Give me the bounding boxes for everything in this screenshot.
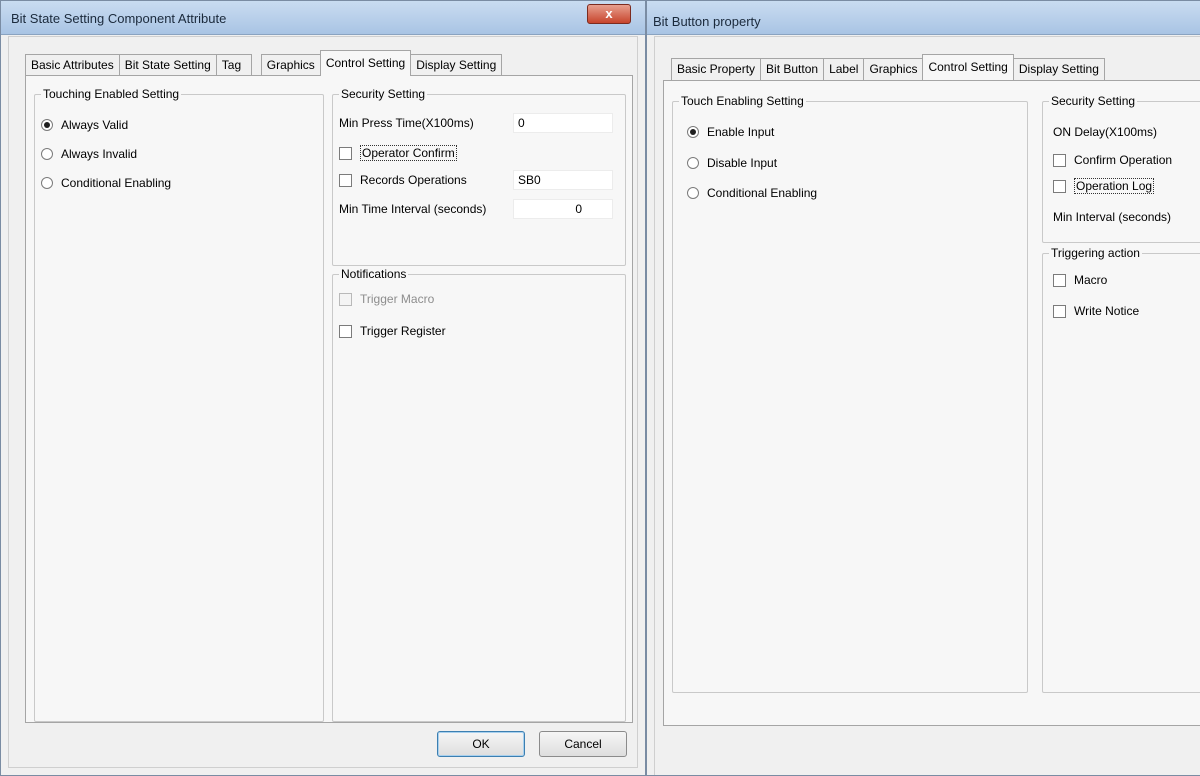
tab-tag[interactable]: Tag — [215, 54, 252, 76]
dialog-client-area: Basic Attributes Bit State Setting Tag G… — [8, 36, 638, 768]
on-delay-label: ON Delay(X100ms) — [1053, 125, 1158, 139]
tab-display-setting[interactable]: Display Setting — [410, 54, 503, 76]
records-address-input[interactable]: SB0 — [513, 170, 613, 190]
min-interval-input[interactable]: 0 — [513, 199, 613, 219]
checkbox[interactable] — [1053, 153, 1066, 167]
tab-graphics[interactable]: Graphics — [863, 58, 924, 80]
radio-button[interactable] — [41, 177, 53, 189]
tab-graphics[interactable]: Graphics — [260, 54, 321, 76]
checkbox-label: Confirm Operation — [1074, 153, 1173, 167]
radio-label: Disable Input — [707, 156, 778, 170]
min-interval-label: Min Interval (seconds) — [1053, 210, 1172, 224]
radio-button[interactable] — [687, 157, 699, 169]
tab-strip: Basic Property Bit Button Label Graphics… — [671, 54, 1105, 80]
min-press-row: Min Press Time(X100ms) — [339, 115, 474, 131]
operation-log-checkbox[interactable]: Operation Log — [1053, 178, 1155, 194]
radio-disable-input[interactable]: Disable Input — [687, 155, 777, 171]
touch-enabled-group: Touching Enabled Setting Always Valid Al… — [34, 87, 324, 722]
checkbox[interactable] — [339, 173, 352, 187]
trigger-register-checkbox[interactable]: Trigger Register — [339, 323, 446, 339]
radio-button[interactable] — [687, 187, 699, 199]
trigger-macro-checkbox: Trigger Macro — [339, 291, 434, 307]
radio-always-valid[interactable]: Always Valid — [41, 117, 128, 133]
bit-state-setting-dialog: Bit State Setting Component Attribute x … — [0, 0, 646, 776]
security-group: Security Setting Min Press Time(X100ms) … — [332, 87, 626, 266]
touch-enabling-group: Touch Enabling Setting Enable Input Disa… — [672, 94, 1028, 693]
tab-bit-button[interactable]: Bit Button — [760, 58, 825, 80]
records-operations-checkbox[interactable]: Records Operations — [339, 172, 467, 188]
radio-always-invalid[interactable]: Always Invalid — [41, 146, 137, 162]
tab-panel: Touching Enabled Setting Always Valid Al… — [25, 75, 633, 723]
min-press-input[interactable]: 0 — [513, 113, 613, 133]
checkbox[interactable] — [339, 324, 352, 338]
group-title: Security Setting — [339, 87, 428, 101]
radio-label: Conditional Enabling — [61, 176, 172, 190]
notifications-group: Notifications Trigger Macro Trigger Regi… — [332, 267, 626, 722]
tab-bit-state-setting[interactable]: Bit State Setting — [118, 54, 217, 76]
checkbox[interactable] — [1053, 273, 1066, 287]
confirm-operation-checkbox[interactable]: Confirm Operation — [1053, 152, 1172, 168]
radio-conditional-enabling[interactable]: Conditional Enabling — [687, 185, 817, 201]
checkbox-label: Macro — [1074, 273, 1108, 287]
checkbox-label: Write Notice — [1074, 304, 1140, 318]
ok-button[interactable]: OK — [437, 731, 525, 757]
checkbox-label: Operation Log — [1074, 178, 1155, 194]
radio-enable-input[interactable]: Enable Input — [687, 124, 774, 140]
checkbox[interactable] — [1053, 179, 1066, 193]
security-group: Security Setting ON Delay(X100ms) Confir… — [1042, 94, 1200, 243]
checkbox — [339, 292, 352, 306]
radio-conditional-enabling[interactable]: Conditional Enabling — [41, 175, 171, 191]
min-interval-row: Min Interval (seconds) — [1053, 209, 1171, 225]
operator-confirm-checkbox[interactable]: Operator Confirm — [339, 145, 457, 161]
dialog-title: Bit Button property — [653, 14, 761, 29]
radio-label: Always Valid — [61, 118, 129, 132]
min-interval-row: Min Time Interval (seconds) — [339, 201, 486, 217]
title-bar[interactable]: Bit Button property — [647, 1, 1200, 35]
title-bar[interactable]: Bit State Setting Component Attribute x — [1, 1, 645, 35]
group-title: Triggering action — [1049, 246, 1142, 260]
checkbox-label: Trigger Register — [360, 324, 446, 338]
cancel-button[interactable]: Cancel — [539, 731, 627, 757]
radio-button[interactable] — [41, 119, 53, 131]
radio-label: Conditional Enabling — [707, 186, 818, 200]
group-title: Touch Enabling Setting — [679, 94, 806, 108]
tab-panel: Touch Enabling Setting Enable Input Disa… — [663, 80, 1200, 726]
checkbox-label: Operator Confirm — [360, 145, 457, 161]
macro-checkbox[interactable]: Macro — [1053, 272, 1107, 288]
checkbox-label: Trigger Macro — [360, 292, 435, 306]
group-title: Touching Enabled Setting — [41, 87, 182, 101]
dialog-client-area: Basic Property Bit Button Label Graphics… — [654, 36, 1200, 775]
tab-basic-attributes[interactable]: Basic Attributes — [25, 54, 120, 76]
tab-control-setting[interactable]: Control Setting — [922, 54, 1014, 80]
close-button[interactable]: x — [587, 4, 631, 24]
on-delay-row: ON Delay(X100ms) — [1053, 124, 1157, 140]
radio-button[interactable] — [687, 126, 699, 138]
group-title: Security Setting — [1049, 94, 1138, 108]
radio-button[interactable] — [41, 148, 53, 160]
radio-label: Always Invalid — [61, 147, 138, 161]
tab-control-setting[interactable]: Control Setting — [319, 50, 412, 76]
min-interval-label: Min Time Interval (seconds) — [339, 202, 487, 216]
bit-button-property-dialog: Bit Button property Basic Property Bit B… — [646, 0, 1200, 776]
tab-display-setting[interactable]: Display Setting — [1012, 58, 1105, 80]
write-notice-checkbox[interactable]: Write Notice — [1053, 303, 1139, 319]
checkbox[interactable] — [339, 146, 352, 160]
min-press-label: Min Press Time(X100ms) — [339, 116, 474, 130]
tab-basic-property[interactable]: Basic Property — [671, 58, 762, 80]
tab-strip: Basic Attributes Bit State Setting Tag G… — [25, 50, 503, 76]
dialog-title: Bit State Setting Component Attribute — [11, 11, 227, 26]
group-title: Notifications — [339, 267, 409, 281]
checkbox-label: Records Operations — [360, 173, 467, 187]
checkbox[interactable] — [1053, 304, 1066, 318]
tab-label[interactable]: Label — [823, 58, 865, 80]
triggering-action-group: Triggering action Macro Write Notice — [1042, 246, 1200, 693]
radio-label: Enable Input — [707, 125, 775, 139]
